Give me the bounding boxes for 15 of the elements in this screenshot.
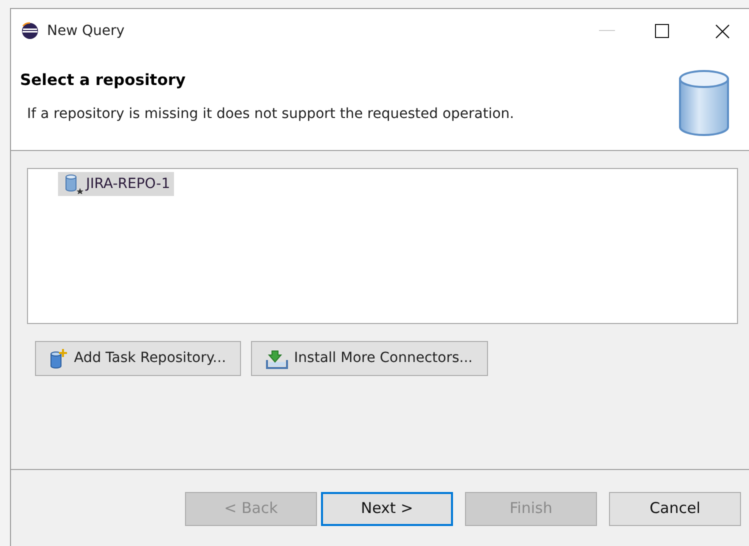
install-icon: [266, 348, 288, 368]
maximize-icon[interactable]: [655, 24, 669, 38]
database-icon: [678, 69, 730, 137]
window-title: New Query: [47, 22, 125, 40]
app-logo-icon: [21, 22, 39, 40]
action-button[interactable]: Add Task Repository...: [35, 341, 242, 376]
dialog-button[interactable]: Cancel: [609, 492, 741, 526]
close-icon[interactable]: [715, 24, 730, 38]
repository-item[interactable]: JIRA-REPO-1: [58, 172, 174, 196]
dialog-button[interactable]: Next >: [321, 492, 453, 526]
repository-icon: [64, 174, 84, 194]
page-description: If a repository is missing it does not support the requested operation.: [26, 105, 516, 124]
add-repository-icon: [50, 348, 68, 368]
page-title: Select a repository: [20, 70, 187, 91]
action-button[interactable]: Install More Connectors...: [251, 341, 488, 376]
